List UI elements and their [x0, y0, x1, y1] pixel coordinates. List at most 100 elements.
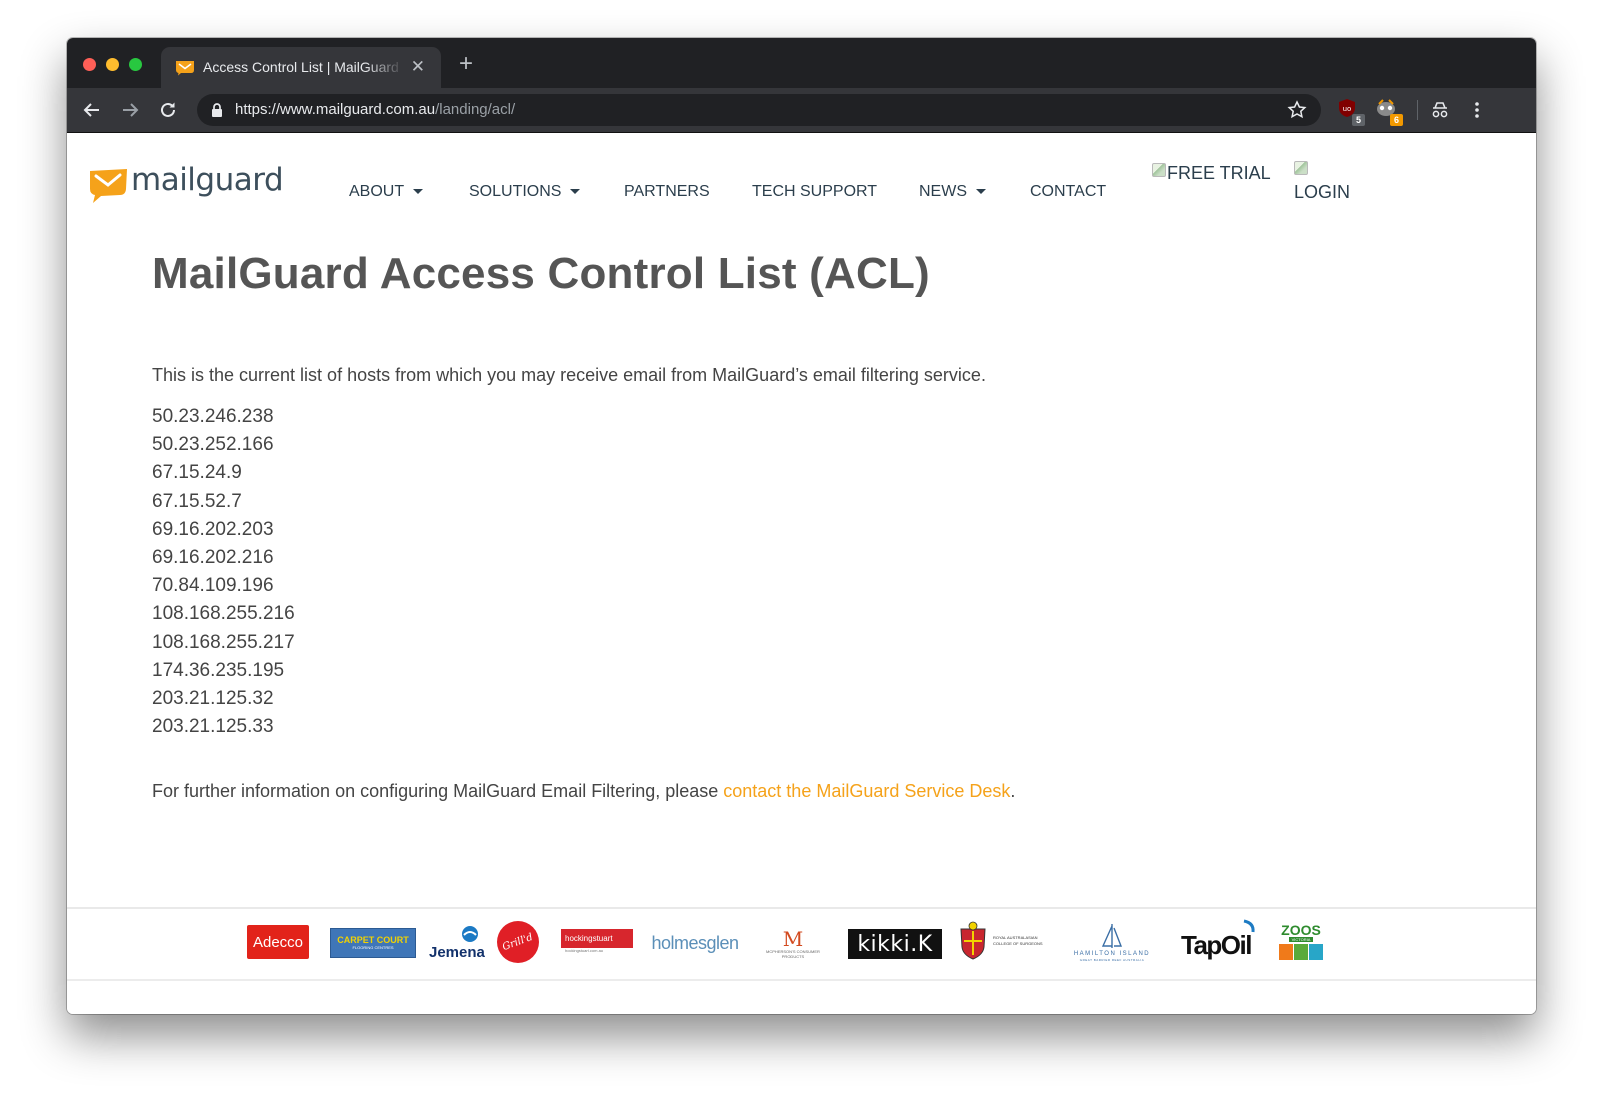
incognito-profile-icon[interactable]	[1427, 97, 1453, 123]
toolbar-separator	[1417, 100, 1418, 120]
nav-partners-label: PARTNERS	[624, 183, 710, 200]
nav-contact-label: CONTACT	[1030, 183, 1107, 200]
nav-tech-support-label: TECH SUPPORT	[752, 183, 878, 200]
nav-about[interactable]: ABOUT	[349, 183, 424, 201]
grilld-logo: Grill'd	[497, 921, 539, 963]
caret-down-icon	[413, 189, 424, 195]
adecco-logo: Adecco	[247, 925, 309, 959]
jemena-logo: Jemena	[427, 925, 487, 965]
free-trial-alt-text: FREE TRIAL	[1167, 163, 1271, 183]
ip-address: 108.168.255.216	[152, 603, 295, 625]
racs-text: ROYAL AUSTRALASIAN COLLEGE OF SURGEONS	[993, 935, 1043, 946]
address-bar[interactable]: https://www.mailguard.com.au/landing/acl…	[197, 94, 1321, 126]
ip-address: 70.84.109.196	[152, 575, 274, 597]
free-trial-button[interactable]: FREE TRIAL	[1152, 163, 1271, 184]
ip-address: 50.23.246.238	[152, 406, 274, 427]
browser-tab-active[interactable]: Access Control List | MailGuard ✕	[161, 47, 441, 88]
client-logo-strip: Adecco CARPET COURT FLOORING CENTRES Jem…	[67, 907, 1536, 981]
ublock-badge: 5	[1352, 114, 1365, 126]
further-info-text: For further information on configuring M…	[152, 781, 1015, 802]
ublock-extension-icon[interactable]: uo 5	[1337, 98, 1365, 126]
browser-window: Access Control List | MailGuard ✕ + http…	[67, 38, 1536, 1014]
carpet-court-text: CARPET COURT	[337, 935, 409, 945]
zoos-subtext: VICTORIA	[1288, 936, 1314, 942]
browser-toolbar: https://www.mailguard.com.au/landing/acl…	[67, 88, 1536, 133]
login-button[interactable]: LOGIN	[1294, 161, 1350, 203]
tab-title: Access Control List | MailGuard	[203, 59, 399, 75]
intro-text: This is the current list of hosts from w…	[152, 365, 986, 385]
mailguard-envelope-icon	[90, 169, 127, 203]
more-menu-icon[interactable]	[1464, 97, 1490, 123]
further-info-suffix: .	[1010, 781, 1016, 801]
back-arrow-icon[interactable]	[79, 97, 105, 123]
nav-solutions-label: SOLUTIONS	[469, 183, 562, 200]
holmesglen-logo-text: holmesglen	[651, 932, 739, 953]
ip-address: 67.15.24.9	[152, 462, 242, 484]
svg-text:uo: uo	[1343, 105, 1352, 113]
url-path: /landing/acl/	[435, 101, 516, 118]
bookmark-star-icon[interactable]	[1287, 100, 1307, 120]
racs-crest-icon	[960, 921, 986, 960]
web-page: mailguard ABOUT SOLUTIONS PARTNERS TECH …	[67, 133, 1536, 1014]
url-text: https://www.mailguard.com.au/landing/acl…	[235, 101, 515, 118]
minimize-window-button[interactable]	[106, 58, 119, 71]
tab-strip: Access Control List | MailGuard ✕ +	[67, 38, 1536, 88]
ip-address: 50.23.252.166	[152, 434, 274, 456]
hockingstuart-text: hockingstuart	[565, 934, 613, 943]
zoom-window-button[interactable]	[129, 58, 142, 71]
ip-address: 203.21.125.33	[152, 716, 274, 738]
hockingstuart-banner: hockingstuart	[561, 929, 633, 948]
nav-contact[interactable]: CONTACT	[1030, 183, 1106, 201]
broken-image-icon	[1294, 161, 1308, 175]
zoos-animal-tiles	[1279, 943, 1323, 960]
racs-logo: ROYAL AUSTRALASIAN COLLEGE OF SURGEONS	[957, 919, 1051, 963]
service-desk-link[interactable]: contact the MailGuard Service Desk	[723, 781, 1010, 801]
nav-tech-support[interactable]: TECH SUPPORT	[752, 183, 877, 201]
ip-address: 174.36.235.195	[152, 659, 285, 681]
mcphersons-logo: M MCPHERSON'S CONSUMER PRODUCTS	[755, 925, 831, 963]
nav-solutions[interactable]: SOLUTIONS	[469, 183, 581, 201]
ip-address: 108.168.255.217	[152, 631, 295, 653]
zoos-text: ZOOS	[1281, 921, 1321, 938]
new-tab-icon[interactable]: +	[459, 52, 473, 76]
reload-icon[interactable]	[155, 97, 181, 123]
nav-news[interactable]: NEWS	[919, 183, 986, 201]
further-info-prefix: For further information on configuring M…	[152, 781, 724, 801]
nav-about-label: ABOUT	[349, 183, 405, 200]
kikki-k-logo: kikki.K	[848, 929, 942, 959]
grilld-logo-text: Grill'd	[501, 931, 535, 953]
nav-partners[interactable]: PARTNERS	[624, 183, 710, 201]
kikki-k-logo-text: kikki.K	[857, 931, 933, 957]
hamilton-sail-icon	[1101, 924, 1123, 948]
ip-address-list: 50.23.246.238 50.23.252.166 67.15.24.9 6…	[152, 403, 295, 741]
zoos-tile	[1309, 943, 1323, 960]
close-window-button[interactable]	[83, 58, 96, 71]
forward-arrow-icon[interactable]	[117, 97, 143, 123]
login-alt-text: LOGIN	[1294, 182, 1351, 202]
broken-image-icon	[1152, 163, 1166, 177]
carpet-court-logo: CARPET COURT FLOORING CENTRES	[330, 928, 416, 958]
ip-address: 69.16.202.203	[152, 518, 274, 540]
mailguard-logo[interactable]: mailguard	[87, 162, 284, 203]
caret-down-icon	[976, 189, 986, 195]
hamilton-text: HAMILTON ISLAND	[1073, 951, 1151, 957]
nav-news-label: NEWS	[919, 183, 967, 200]
hockingstuart-logo: hockingstuart hockingstuart.com.au	[561, 926, 635, 956]
caret-down-icon	[570, 189, 581, 195]
lock-icon	[212, 103, 222, 117]
mailguard-favicon-icon	[176, 61, 194, 76]
holmesglen-logo: holmesglen	[651, 925, 739, 961]
hamilton-island-logo: HAMILTON ISLAND GREAT BARRIER REEF AUSTR…	[1067, 919, 1157, 965]
logo-wordmark: mailguard	[131, 162, 284, 198]
zoos-tile	[1279, 943, 1293, 960]
url-host: https://www.mailguard.com.au	[235, 101, 436, 118]
hockingstuart-subtext: hockingstuart.com.au	[565, 948, 604, 953]
tampermonkey-extension-icon[interactable]: 6	[1375, 98, 1403, 126]
jemena-mark-icon	[462, 926, 478, 942]
ip-address: 67.15.52.7	[152, 490, 242, 512]
page-title: MailGuard Access Control List (ACL)	[152, 249, 930, 298]
mcphersons-text: MCPHERSON'S CONSUMER PRODUCTS	[766, 949, 820, 959]
close-tab-icon[interactable]: ✕	[411, 57, 425, 77]
jemena-logo-text: Jemena	[429, 944, 485, 961]
hamilton-subtext: GREAT BARRIER REEF AUSTRALIA	[1079, 958, 1145, 962]
